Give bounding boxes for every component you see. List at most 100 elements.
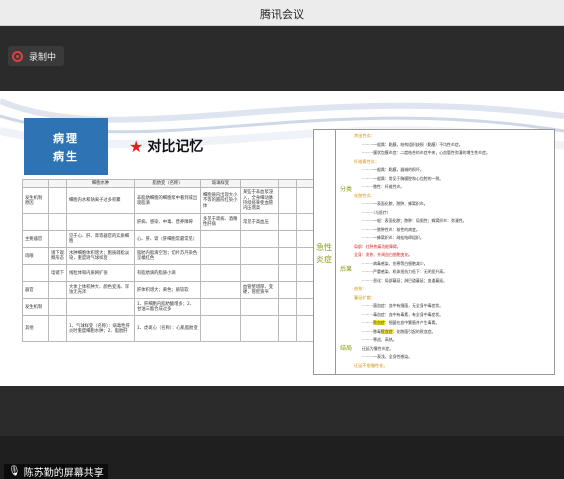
table-cell: 肝病、感染、中毒、营养障碍 — [134, 213, 201, 232]
table-cell — [296, 213, 315, 232]
table-header-cell — [296, 178, 315, 189]
table-cell: 1、肝细胞内脂肪酸增多；2、甘油三酯合成过多 — [134, 298, 201, 317]
table-cell: 1、虎斑心（名称）：心肌脂肪变 — [134, 315, 201, 343]
table-header-cell: 脂肪变（名称） — [134, 178, 201, 189]
notes-line: 纤维素性炎： — [354, 158, 380, 164]
notes-line: ·········一蜂窝织炎：疏松结缔组织。 — [362, 235, 424, 240]
table-cell — [240, 247, 279, 266]
table-cell: 细胞质内出现大小不等的圆形红染小体 — [200, 187, 241, 215]
table-cell — [200, 298, 241, 317]
shared-screen: 病理 病生 ★ 对比记忆 细胞水肿 脂肪变（名称） 玻璃样变 发生机制原因 细胞内水和钠… — [0, 91, 564, 386]
table-cell: 某些于非血浆浸入，全身细动脉持续痉挛使血管内压增高 — [240, 187, 279, 215]
notes-line: ·········一脓肿性炎：核性的病变。 — [362, 226, 420, 232]
table-row: 其他 1、气球样变（名称）：病毒性肝炎时重度细胞水肿；2、脂肪肝 1、虎斑心（名称）… — [22, 315, 315, 343]
table-cell — [296, 230, 315, 249]
table-cell — [296, 264, 315, 283]
table-cell — [278, 315, 297, 343]
recording-indicator[interactable]: 录制中 — [8, 46, 65, 66]
notes-line: 全身：发热、外周血白细胞变化。 — [354, 252, 413, 257]
notes-line: 迁延为慢性炎症。 — [362, 345, 394, 351]
table-cell: 心、肝、肾（肝细胞常最常见） — [134, 230, 201, 249]
notes-line: ·········严重感染、机体抵抗力低下：无明显升高。 — [362, 269, 448, 274]
table-cell: 1、气球样变（名称）：病毒性肝炎时重度细胞水肿；2、脂肪肝 — [66, 315, 135, 343]
table-cell: 器官 — [22, 281, 49, 300]
table-cell — [278, 247, 297, 266]
table-cell — [48, 298, 67, 317]
table-header-cell — [22, 178, 49, 189]
table-cell — [278, 298, 297, 317]
table-header-cell: 玻璃样变 — [200, 178, 241, 189]
table-cell: 有脂肪滴的脂质小滴 — [134, 264, 201, 283]
table-cell: 脂肪内脂滴空泡；切片苏丹染色呈橘红色 — [134, 247, 201, 266]
table-header-cell — [240, 178, 279, 189]
table-cell: 其他 — [22, 315, 49, 343]
topic-box: 病理 病生 — [24, 118, 108, 175]
table-cell: 常见于高血压 — [240, 213, 279, 232]
window-titlebar: 腾讯会议 — [0, 0, 564, 26]
table-cell: 见于心、肝、肾等器官的实质细胞 — [66, 230, 135, 249]
notes-line: ·········一表浅、全身性感染。 — [362, 354, 413, 359]
table-row: 电镜下 线粒体和内质网扩张 有脂肪滴的脂质小滴 — [22, 264, 315, 283]
table-cell — [48, 230, 67, 249]
category-classification: 分类 — [340, 186, 353, 193]
notes-panel: 急性 炎症 分类 后果 结局 渗出性炎： ·········一般属：黏膜，结构组织… — [313, 129, 555, 375]
table-cell: 肉眼 — [22, 247, 49, 266]
notes-line: 渗出性炎： — [354, 133, 375, 138]
table-header-cell — [48, 178, 67, 189]
notes-line: 蔓延扩散： — [354, 294, 375, 300]
table-row: 主要器官 见于心、肝、肾等器官的实质细胞 心、肝、肾（肝细胞常最常见） — [22, 230, 315, 249]
category-consequence: 后果 — [340, 266, 353, 273]
table-cell — [278, 281, 297, 300]
notes-line: ·········菌血症：血中有细菌，无全身中毒症状。 — [362, 303, 444, 308]
notes-line: ·········一表面化脓、脓肿、蜂窝织炎。 — [362, 201, 428, 206]
table-row: 发生机制原因 细胞内水和钠离子过多积聚 非脂肪细胞的细胞浆中看到或出现脂滴 细胞质内出… — [22, 187, 315, 215]
table-cell — [240, 315, 279, 343]
table-cell — [66, 298, 135, 317]
table-cell — [48, 315, 67, 343]
table-cell: 水肿细胞体积增大；胞质疏松淡染，重度则气球样变 — [66, 247, 135, 266]
notes-line: ·········病毒感染、伤寒等白细胞减少。 — [362, 260, 428, 266]
table-cell — [240, 264, 279, 283]
table-row: 器官 大体上体积肿大、颜色变浅、浑浊无光泽 肝体积增大；黄色；质较软 血管壁增厚、变硬… — [22, 281, 315, 300]
compare-title-text: 对比记忆 — [147, 139, 204, 155]
table-cell — [48, 187, 67, 215]
table-row: 肉眼 镜下观察形态 水肿细胞体积增大；胞质疏松淡染，重度则气球样变 脂肪内脂滴空泡；切… — [22, 247, 315, 266]
compare-title: ★ 对比记忆 — [129, 136, 203, 156]
notes-line: 局部：红肿热痛功能障碍。 — [354, 243, 401, 249]
table-cell — [48, 213, 67, 232]
screen-share-indicator[interactable]: 🎙 陈苏勤的屏幕共享 — [4, 464, 108, 479]
table-cell — [22, 264, 49, 283]
notes-line: ·········一般：表面化脓；脓肿：局限性；蜂窝织炎：弥漫性。 — [362, 218, 467, 223]
highlight-mark: 败血症 — [380, 328, 393, 334]
notes-line: ·········脓性：纤维性炎。 — [362, 184, 405, 189]
microphone-icon: 🎙 — [8, 466, 21, 477]
table-cell: 线粒体和内质网扩张 — [66, 264, 135, 283]
table-cell — [66, 213, 135, 232]
notes-line: ·········败血症：细菌在血中繁殖并产生毒素。 — [362, 320, 440, 325]
table-cell — [278, 187, 297, 215]
table-cell: 主要器官 — [22, 230, 49, 249]
notes-line: ·········一般属：黏膜，结构组织缺损（黏膜）不均性炎症。 — [362, 141, 463, 147]
notes-line: ·········毒血症：血中有毒素，有全身中毒症状。 — [362, 311, 444, 317]
comparison-table: 细胞水肿 脂肪变（名称） 玻璃样变 发生机制原因 细胞内水和钠离子过多积聚 非脂肪细胞的细… — [22, 178, 315, 343]
table-cell — [296, 315, 315, 343]
notes-line: ·········脓毒败血症：化脓菌引起的败血症。 — [362, 328, 436, 334]
table-row: 发生机制 1、肝细胞内脂肪酸增多；2、甘油三酯合成过多 — [22, 298, 315, 317]
table-cell: 镜下观察形态 — [48, 247, 67, 266]
table-cell — [200, 315, 241, 343]
recording-label: 录制中 — [29, 52, 57, 63]
table-cell — [278, 230, 297, 249]
table-cell: 多见于肾病、酒精性肝病 — [200, 213, 241, 232]
table-cell — [200, 247, 241, 266]
table-cell — [296, 298, 315, 317]
table-cell — [22, 213, 49, 232]
table-cell — [200, 264, 241, 283]
table-cell — [240, 298, 279, 317]
share-label: 陈苏勤的屏幕共享 — [23, 468, 104, 479]
table-cell: 电镜下 — [48, 264, 67, 283]
table-row: 肝病、感染、中毒、营养障碍 多见于肾病、酒精性肝病 常见于高血压 — [22, 213, 315, 232]
notes-line: 迁延不愈慢性化。 — [354, 362, 388, 368]
category-acute: 急性 — [316, 243, 332, 252]
record-icon — [12, 50, 23, 62]
highlight-mark: 败血症 — [373, 320, 385, 325]
